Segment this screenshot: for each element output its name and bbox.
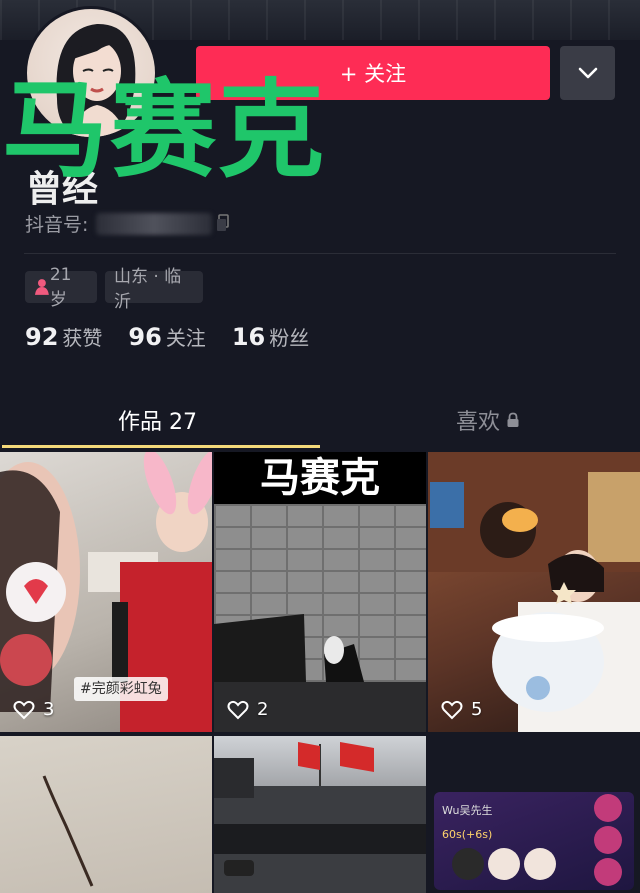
live-timer: 60s(+6s) bbox=[442, 828, 493, 841]
stat-likes[interactable]: 92 获赞 bbox=[25, 322, 102, 351]
video-thumbnail bbox=[42, 775, 94, 887]
profile-stats: 92 获赞 96 关注 16 粉丝 bbox=[25, 322, 335, 351]
live-user-name: Wu吴先生 bbox=[442, 804, 493, 817]
stat-value: 92 bbox=[25, 323, 59, 351]
heart-icon bbox=[227, 700, 249, 719]
like-count: 3 bbox=[43, 699, 55, 720]
location-tag: 山东 · 临沂 bbox=[105, 267, 203, 312]
copy-icon[interactable] bbox=[216, 213, 230, 235]
video-title-overlay: 马赛克 bbox=[214, 452, 426, 504]
video-likes: 3 bbox=[13, 699, 54, 720]
heart-icon bbox=[441, 700, 463, 719]
video-tile[interactable]: #完颜彩虹兔 3 bbox=[0, 452, 212, 732]
divider bbox=[24, 253, 616, 254]
tab-likes-label: 喜欢 bbox=[456, 410, 501, 435]
douyin-id-blurred bbox=[96, 212, 213, 235]
tab-likes[interactable]: 喜欢 bbox=[456, 404, 520, 436]
stat-label: 关注 bbox=[165, 326, 206, 350]
video-thumbnail-figure bbox=[214, 614, 364, 682]
video-tile[interactable]: Wu吴先生 60s(+6s) bbox=[428, 736, 640, 893]
active-tab-indicator bbox=[2, 445, 320, 448]
video-thumbnail bbox=[214, 742, 426, 893]
video-tile[interactable]: 5 bbox=[428, 452, 640, 732]
stat-followers[interactable]: 16 粉丝 bbox=[232, 322, 309, 351]
video-caption: #完颜彩虹兔 bbox=[74, 677, 168, 701]
douyin-id-label: 抖音号: bbox=[25, 214, 89, 236]
stat-following[interactable]: 96 关注 bbox=[128, 322, 205, 351]
douyin-id[interactable]: 抖音号: bbox=[25, 210, 230, 237]
video-tile[interactable] bbox=[214, 736, 426, 893]
stat-value: 16 bbox=[231, 323, 266, 351]
video-tile[interactable] bbox=[0, 736, 212, 893]
female-icon bbox=[34, 279, 49, 295]
follow-label: + 关注 bbox=[339, 62, 407, 86]
video-likes: 2 bbox=[227, 699, 268, 720]
heart-icon bbox=[13, 700, 35, 719]
video-likes: 5 bbox=[441, 699, 482, 720]
lock-icon bbox=[507, 412, 519, 427]
video-tile[interactable]: 马赛克 2 bbox=[214, 452, 426, 732]
more-button[interactable] bbox=[560, 46, 615, 100]
chevron-down-icon bbox=[578, 67, 597, 79]
like-count: 2 bbox=[257, 699, 269, 720]
like-count: 5 bbox=[471, 699, 483, 720]
content-tabs: 作品 27 喜欢 bbox=[0, 392, 640, 450]
age-label: 21岁 bbox=[49, 264, 72, 310]
video-thumbnail bbox=[428, 452, 640, 732]
stat-label: 获赞 bbox=[62, 326, 103, 350]
age-tag: 21岁 bbox=[25, 265, 97, 310]
stat-label: 粉丝 bbox=[269, 326, 310, 350]
mosaic-watermark: 马赛克 bbox=[2, 69, 326, 192]
tab-works[interactable]: 作品 27 bbox=[118, 404, 197, 436]
stat-value: 96 bbox=[128, 323, 162, 351]
